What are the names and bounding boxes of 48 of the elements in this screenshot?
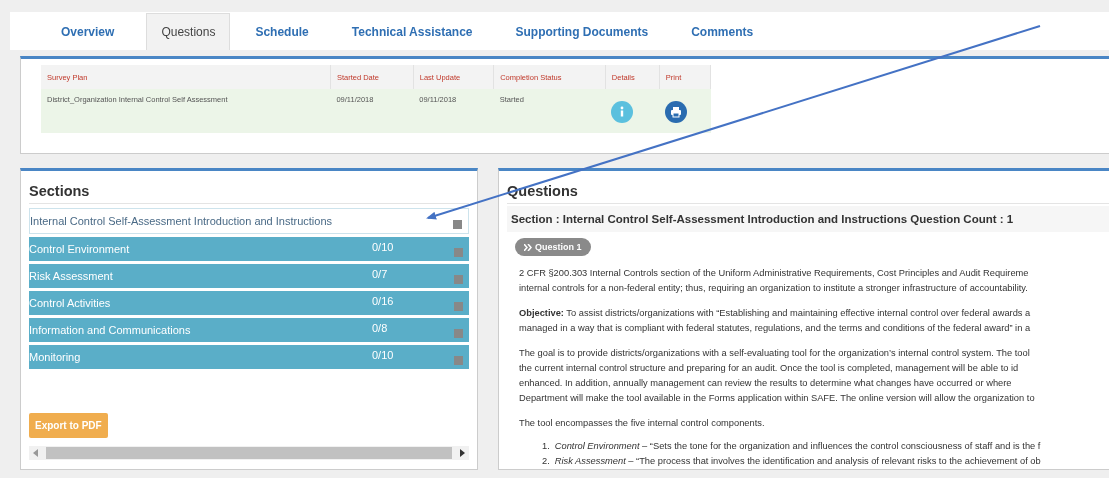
panel-title: Sections bbox=[29, 171, 469, 204]
print-icon[interactable] bbox=[665, 101, 688, 123]
square-icon bbox=[454, 274, 463, 284]
progress-count: 0/16 bbox=[372, 295, 394, 307]
section-label: Risk Assessment bbox=[29, 270, 113, 282]
panel-title: Questions bbox=[507, 171, 1109, 204]
info-icon[interactable] bbox=[611, 101, 634, 123]
list-number: 2. bbox=[542, 455, 550, 468]
question-button[interactable]: Question 1 bbox=[515, 238, 591, 256]
paragraph-line: Objective: To assist districts/organizations with “Establishing and maintaining effective internal control over federal awards a bbox=[519, 307, 1032, 320]
square-icon bbox=[454, 355, 463, 365]
square-icon bbox=[454, 328, 463, 338]
tab[interactable]: Questions bbox=[146, 13, 231, 50]
scroll-right-icon[interactable] bbox=[460, 449, 465, 457]
tab[interactable]: Supporting Documents bbox=[504, 14, 667, 50]
paragraph-line: The goal is to provide districts/organizations with a self-evaluating tool for the organization’s internal control system. The tool bbox=[519, 347, 1031, 360]
chevrons-icon bbox=[524, 243, 532, 251]
section-label: Information and Communications bbox=[29, 324, 191, 336]
list-text: Control Environment – “Sets the tone for the organization and influences the control consciousness of staff and is the f bbox=[554, 440, 1041, 453]
square-icon bbox=[453, 219, 462, 229]
tab[interactable]: Overview bbox=[50, 14, 133, 50]
list-text: Risk Assessment – “The process that involves the identification and analysis of relevant risks to the achievement of ob bbox=[554, 455, 1041, 468]
section-label: Control Environment bbox=[29, 243, 130, 255]
paragraph-line: 2 CFR §200.303 Internal Controls section of the Uniform Administrative Requirements, Cost Principles and Audit Requireme bbox=[519, 267, 1030, 280]
progress-count: 0/7 bbox=[372, 268, 388, 280]
progress-count: 0/10 bbox=[372, 349, 394, 361]
tab[interactable]: Technical Assistance bbox=[340, 14, 491, 50]
section-label: Control Activities bbox=[29, 297, 111, 309]
section-label: Monitoring bbox=[29, 351, 81, 363]
scroll-left-icon[interactable] bbox=[33, 449, 38, 457]
square-icon bbox=[454, 301, 463, 311]
paragraph-line: Department will make the tool available in the Forms application within SAFE. The online version will allow the organization to bbox=[519, 392, 1036, 405]
square-icon bbox=[454, 247, 463, 257]
paragraph-line: managed in a way that is compliant with federal statutes, regulations, and the terms and conditions of the federal award” in a bbox=[519, 322, 1032, 335]
progress-count: 0/10 bbox=[372, 241, 394, 253]
tab[interactable]: Schedule bbox=[244, 14, 327, 50]
paragraph-line: the current internal control structure and preparing for an audit. Once the tool is completed, management will be able to id bbox=[519, 362, 1020, 375]
paragraph-line: enhanced. In addition, annually management can review the results to determine what changes have occurred or where bbox=[519, 377, 1013, 390]
horizontal-scrollbar[interactable] bbox=[29, 446, 469, 460]
scroll-thumb[interactable] bbox=[46, 447, 452, 459]
section-item[interactable]: Internal Control Self-Assessment Introduction and Instructions bbox=[29, 208, 469, 234]
section-header: Section : Internal Control Self-Assessment Introduction and Instructions Question Count : 1 bbox=[507, 206, 1109, 232]
paragraph-line: The tool encompasses the five internal control components. bbox=[519, 417, 766, 430]
paragraph-line: internal controls for a non-federal entity; thus, requiring an organization to institute a stronger infrastructure of accountability. bbox=[519, 282, 1029, 295]
section-label: Internal Control Self-Assessment Introduction and Instructions bbox=[30, 215, 333, 227]
progress-count: 0/8 bbox=[372, 322, 388, 334]
list-number: 1. bbox=[542, 440, 550, 453]
tab[interactable]: Comments bbox=[680, 14, 772, 50]
